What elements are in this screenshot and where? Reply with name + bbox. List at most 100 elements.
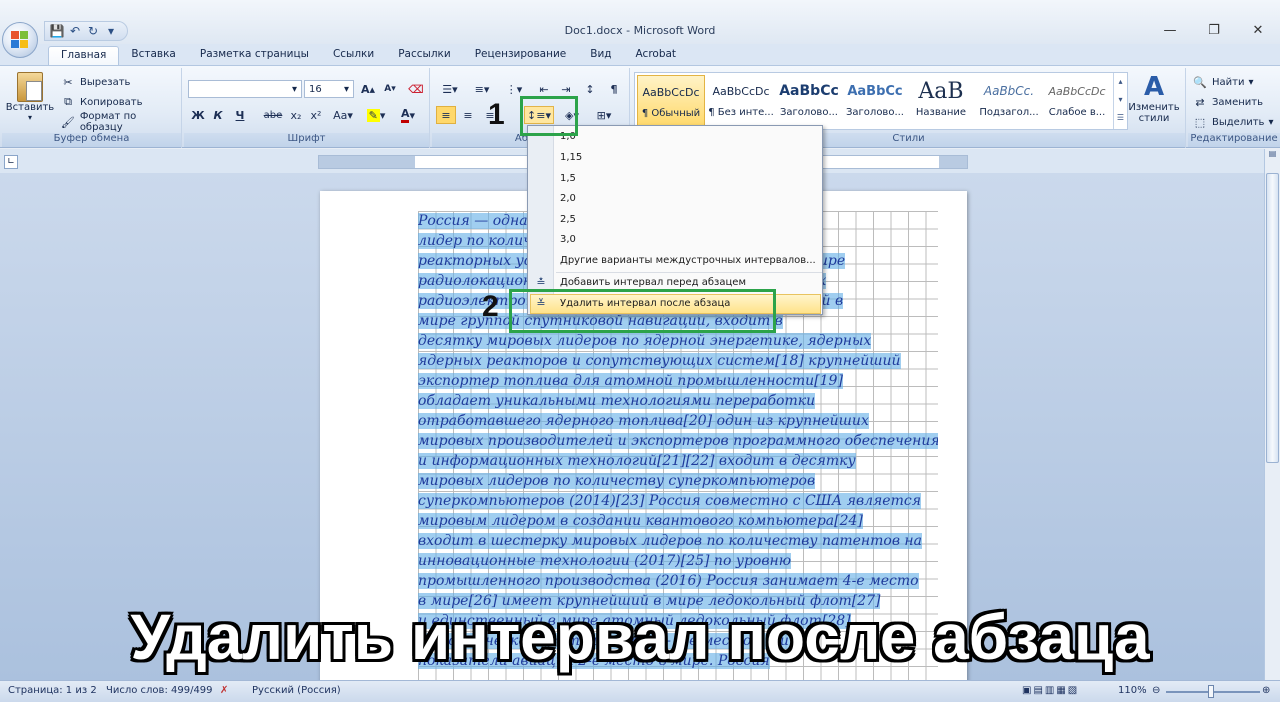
style-name: Подзагол...: [979, 107, 1039, 118]
font-size-value: 16: [309, 83, 322, 95]
spacing-option-1-15[interactable]: 1,15: [560, 149, 582, 167]
font-group: ▾ 16 ▾ A ▴ A ▾ ⌫ Ж К Ч abe x₂ x² Aa ▾ ✎ ▾ A ▾ …: [184, 68, 430, 148]
undo-icon[interactable]: ↶: [67, 23, 83, 39]
styles-gallery: AaBbCcDc ¶ Обычный AaBbCcDc ¶ Без инте..…: [634, 72, 1128, 130]
spacing-option-1-5[interactable]: 1,5: [560, 170, 576, 188]
scroll-thumb[interactable]: [1266, 173, 1279, 463]
ribbon-tabs: Главная Вставка Разметка страницы Ссылки…: [48, 46, 688, 66]
copy-button[interactable]: ⧉ Копировать: [60, 93, 142, 111]
underline-button[interactable]: Ч: [230, 106, 250, 124]
format-painter-icon: 🖌: [60, 115, 75, 129]
clear-format-icon[interactable]: ⌫: [406, 80, 426, 98]
text-line: мировым лидером в создании квантового ко…: [418, 513, 863, 529]
highlighter-icon: ✎: [366, 108, 380, 122]
style-preview: AaB: [918, 78, 964, 104]
tab-page-layout[interactable]: Разметка страницы: [188, 46, 321, 66]
grow-font-button[interactable]: A ▴: [358, 80, 378, 98]
style-no-spacing[interactable]: AaBbCcDc ¶ Без инте...: [707, 75, 775, 127]
replace-icon: ⇄: [1195, 95, 1205, 109]
save-icon[interactable]: 💾: [49, 23, 65, 39]
font-color-button[interactable]: A ▾: [394, 106, 422, 124]
text-line: входит в шестерку мировых лидеров по кол…: [418, 533, 922, 549]
close-button[interactable]: ✕: [1236, 18, 1280, 42]
cut-button[interactable]: ✂ Вырезать: [60, 73, 130, 91]
view-buttons-icon[interactable]: ▣▤▥▦▧: [1022, 685, 1079, 696]
zoom-out-icon[interactable]: ⊖: [1152, 685, 1160, 696]
zoom-level[interactable]: 110%: [1118, 685, 1147, 696]
align-center-icon[interactable]: ≡: [458, 106, 478, 124]
redo-icon[interactable]: ↻: [85, 23, 101, 39]
paste-button[interactable]: Вставить ▾: [6, 72, 54, 122]
superscript-button[interactable]: x²: [306, 106, 326, 124]
borders-icon[interactable]: ⊞▾: [590, 106, 618, 124]
change-styles-icon: A: [1143, 72, 1165, 102]
style-title[interactable]: AaB Название: [907, 75, 975, 127]
numbering-icon[interactable]: ≡▾: [468, 80, 496, 98]
zoom-slider-thumb[interactable]: [1208, 685, 1214, 698]
editing-group-label: Редактирование: [1188, 133, 1280, 147]
show-marks-icon[interactable]: ¶: [604, 80, 624, 98]
text-line: ядерных реакторов и сопутствующих систем…: [418, 353, 901, 369]
step-marker-1: 1: [488, 98, 505, 131]
highlight-button[interactable]: ✎ ▾: [362, 106, 390, 124]
ruler-toggle-icon[interactable]: ▤: [1265, 149, 1280, 163]
page-indicator[interactable]: Страница: 1 из 2: [8, 685, 97, 696]
more-spacing-options[interactable]: Другие варианты междустрочных интервалов…: [560, 252, 816, 270]
style-name: ¶ Обычный: [641, 108, 701, 119]
font-size-combo[interactable]: 16 ▾: [304, 80, 354, 98]
style-normal[interactable]: AaBbCcDc ¶ Обычный: [637, 75, 705, 127]
change-styles-label: Изменить стили: [1128, 102, 1180, 124]
find-button[interactable]: 🔍 Найти ▾: [1192, 73, 1253, 91]
style-subtitle[interactable]: AaBbCc. Подзагол...: [975, 75, 1043, 127]
style-name: Слабое в...: [1048, 107, 1106, 118]
language-indicator[interactable]: Русский (Россия): [252, 685, 341, 696]
text-line: промышленного производства (2016) Россия…: [418, 573, 919, 589]
italic-button[interactable]: К: [208, 106, 228, 124]
tab-references[interactable]: Ссылки: [321, 46, 386, 66]
strikethrough-button[interactable]: abe: [260, 106, 286, 124]
restore-button[interactable]: ❐: [1192, 18, 1236, 42]
sort-icon[interactable]: ↕: [580, 80, 600, 98]
minimize-button[interactable]: —: [1148, 18, 1192, 42]
window-controls: — ❐ ✕: [1148, 18, 1280, 42]
bold-button[interactable]: Ж: [188, 106, 208, 124]
spacing-option-2-5[interactable]: 2,5: [560, 211, 576, 229]
zoom-in-icon[interactable]: ⊕: [1262, 685, 1270, 696]
select-button[interactable]: ⬚ Выделить ▾: [1192, 113, 1274, 131]
spacing-option-2-0[interactable]: 2,0: [560, 190, 576, 208]
tab-selector[interactable]: ∟: [4, 155, 18, 169]
font-family-combo[interactable]: ▾: [188, 80, 302, 98]
tab-mailings[interactable]: Рассылки: [386, 46, 462, 66]
select-icon: ⬚: [1194, 115, 1206, 129]
binoculars-icon: 🔍: [1193, 75, 1207, 89]
customize-qat-icon[interactable]: ▾: [103, 23, 119, 39]
align-left-icon[interactable]: ≡: [436, 106, 456, 124]
change-case-button[interactable]: Aa ▾: [330, 106, 356, 124]
office-button[interactable]: [2, 22, 38, 58]
change-styles-button[interactable]: A Изменить стили: [1128, 72, 1180, 124]
style-heading-2[interactable]: AaBbCc Заголово...: [841, 75, 909, 127]
cut-label: Вырезать: [80, 76, 131, 88]
gallery-scroll[interactable]: ▴ ▾ ☰: [1113, 73, 1127, 129]
bullets-icon[interactable]: ☰▾: [436, 80, 464, 98]
tab-view[interactable]: Вид: [578, 46, 623, 66]
subscript-button[interactable]: x₂: [286, 106, 306, 124]
find-label: Найти: [1212, 76, 1245, 88]
font-color-icon: A: [400, 107, 410, 123]
style-heading-1[interactable]: AaBbCc Заголово...: [775, 75, 843, 127]
tab-acrobat[interactable]: Acrobat: [624, 46, 689, 66]
format-painter-button[interactable]: 🖌 Формат по образцу: [60, 111, 181, 133]
tab-review[interactable]: Рецензирование: [463, 46, 579, 66]
paste-icon: [17, 72, 43, 102]
title-bar: Doc1.docx - Microsoft Word — ❐ ✕: [0, 0, 1280, 44]
tab-home[interactable]: Главная: [48, 46, 120, 66]
replace-button[interactable]: ⇄ Заменить: [1192, 93, 1263, 111]
spacing-option-3-0[interactable]: 3,0: [560, 231, 576, 249]
highlight-box-2: [509, 289, 776, 333]
shrink-font-button[interactable]: A ▾: [380, 80, 400, 98]
word-count[interactable]: Число слов: 499/499: [106, 685, 213, 696]
style-subtle-emphasis[interactable]: AaBbCcDc Слабое в...: [1043, 75, 1111, 127]
tab-insert[interactable]: Вставка: [119, 46, 188, 66]
text-line: мировых производителей и экспортеров про…: [418, 433, 938, 449]
spell-check-icon[interactable]: ✗: [220, 685, 228, 696]
